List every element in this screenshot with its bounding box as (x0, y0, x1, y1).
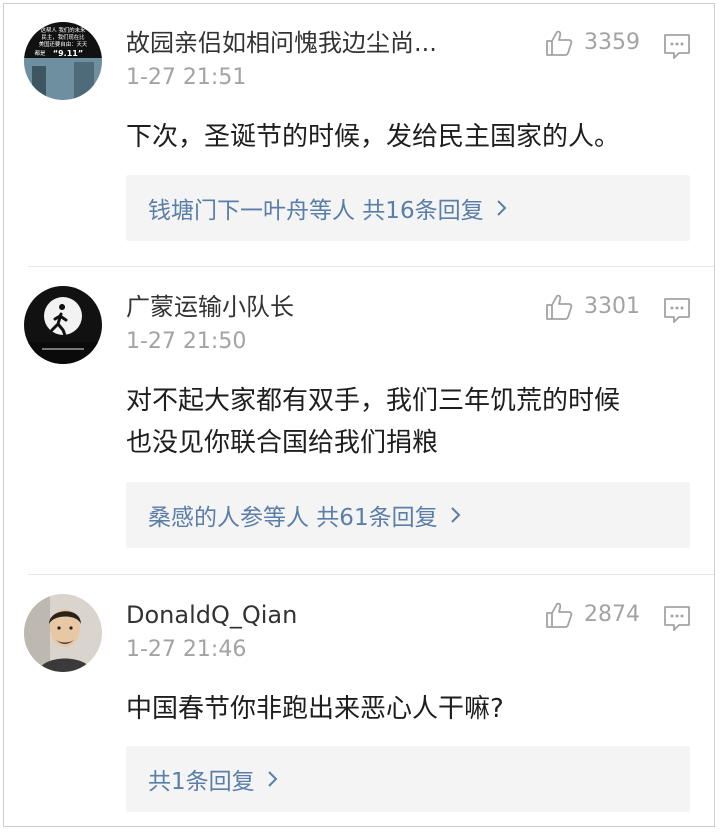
replies-link[interactable]: 钱塘门下一叶舟等人 共16条回复 (126, 175, 690, 241)
comment-icon[interactable] (662, 296, 692, 324)
comment-icon[interactable] (662, 604, 692, 632)
comment-text-line: 也没见你联合国给我们捐粮 (126, 428, 439, 458)
like-count: 2874 (584, 602, 640, 627)
like-button[interactable]: 3359 (544, 28, 640, 58)
username[interactable]: 广蒙运输小队长 (126, 292, 294, 322)
replies-label: 钱塘门下一叶舟等人 共16条回复 (148, 198, 484, 224)
replies-link[interactable]: 共1条回复 (126, 746, 690, 812)
avatar-text-line: 民主，我们现在比 (41, 33, 85, 41)
comment-text-line: 中国春节你非跑出来恶心人干嘛? (126, 694, 504, 724)
chevron-right-icon (450, 507, 460, 523)
like-button[interactable]: 3301 (544, 292, 640, 322)
poster-avatar-icon[interactable]: 这帮人 我们的未来 民主，我们现在比 美国还要自由：天天 都是 “9.11” (24, 22, 102, 100)
runner-moon-avatar-icon[interactable] (24, 286, 102, 364)
divider (28, 266, 714, 267)
timestamp: 1-27 21:46 (126, 637, 247, 662)
timestamp: 1-27 21:50 (126, 329, 247, 354)
chevron-right-icon (496, 200, 506, 216)
replies-label: 桑感的人参等人 共61条回复 (148, 505, 438, 531)
comment-icon[interactable] (662, 32, 692, 60)
thumbs-up-icon (544, 600, 574, 630)
divider (28, 574, 714, 575)
thumbs-up-icon (544, 28, 574, 58)
timestamp: 1-27 21:51 (126, 65, 247, 90)
person-photo-avatar-icon[interactable] (24, 594, 102, 672)
thumbs-up-icon (544, 292, 574, 322)
like-count: 3359 (584, 30, 640, 55)
username[interactable]: DonaldQ_Qian (126, 600, 297, 630)
like-button[interactable]: 2874 (544, 600, 640, 630)
avatar-text-line: 美国还要自由：天天 (39, 40, 88, 48)
comment-text-line: 下次，圣诞节的时候，发给民主国家的人。 (126, 122, 621, 152)
chevron-right-icon (267, 771, 278, 787)
replies-link[interactable]: 桑感的人参等人 共61条回复 (126, 482, 690, 548)
avatar-text-line: 都是 (35, 50, 46, 57)
comment-text: 中国春节你非跑出来恶心人干嘛? (126, 688, 690, 730)
comment-text-line: 对不起大家都有双手，我们三年饥荒的时候 (126, 386, 621, 416)
avatar-text-line: “9.11” (53, 49, 83, 58)
like-count: 3301 (584, 294, 640, 319)
comment-list: 这帮人 我们的未来 民主，我们现在比 美国还要自由：天天 都是 “9.11” 故… (3, 3, 715, 827)
comment-text: 下次，圣诞节的时候，发给民主国家的人。 (126, 116, 690, 158)
avatar-text-line: 这帮人 我们的未来 (41, 26, 86, 34)
username[interactable]: 故园亲侣如相问愧我边尘尚... (126, 28, 437, 58)
replies-label: 共1条回复 (148, 769, 255, 795)
comment-text: 对不起大家都有双手，我们三年饥荒的时候 也没见你联合国给我们捐粮 (126, 380, 690, 464)
